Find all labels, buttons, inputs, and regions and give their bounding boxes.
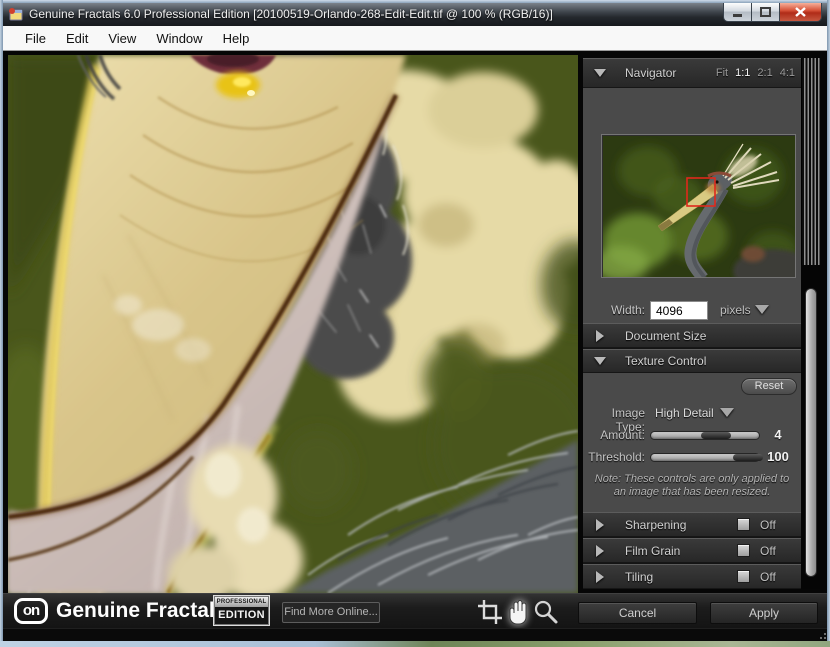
- zoom-100[interactable]: 1:1: [735, 67, 750, 79]
- expand-triangle-icon[interactable]: [596, 571, 604, 583]
- app-window: Genuine Fractals 6.0 Professional Editio…: [0, 0, 830, 647]
- film-grain-state: Off: [760, 544, 776, 558]
- film-grain-checkbox[interactable]: [737, 544, 750, 557]
- minimize-icon: [733, 8, 743, 17]
- app-icon: [8, 6, 24, 22]
- width-row: Width: pixels: [583, 301, 801, 321]
- width-input[interactable]: [650, 301, 708, 320]
- tiling-title: Tiling: [625, 570, 653, 584]
- hand-tool-icon[interactable]: [504, 599, 530, 625]
- window-border-top: [0, 0, 830, 3]
- threshold-slider-handle[interactable]: [733, 454, 763, 461]
- resize-grip[interactable]: [820, 637, 822, 639]
- texture-note-line1: Note: These controls are only applied to: [589, 473, 795, 486]
- control-panel: Navigator Fit 1:1 2:1 4:1: [583, 58, 801, 589]
- navigator-preview-bird: [603, 136, 796, 278]
- maximize-icon: [760, 7, 771, 17]
- image-canvas[interactable]: [8, 55, 578, 593]
- expand-triangle-icon[interactable]: [596, 330, 604, 342]
- collapse-triangle-icon[interactable]: [594, 69, 606, 77]
- sharpening-header[interactable]: Sharpening Off: [583, 512, 801, 537]
- window-title: Genuine Fractals 6.0 Professional Editio…: [29, 7, 553, 21]
- apply-button[interactable]: Apply: [710, 602, 818, 624]
- main-photo-bird-beak: [8, 55, 578, 593]
- amount-label: Amount:: [583, 428, 645, 442]
- document-size-title: Document Size: [625, 329, 706, 343]
- window-controls: [723, 3, 822, 22]
- menu-window[interactable]: Window: [146, 28, 212, 49]
- panel-scrollbar-thumb[interactable]: [805, 288, 817, 577]
- width-units: pixels: [720, 303, 751, 317]
- minimize-button[interactable]: [723, 3, 752, 22]
- tiling-checkbox[interactable]: [737, 570, 750, 583]
- collapse-triangle-icon[interactable]: [594, 357, 606, 365]
- title-bar[interactable]: Genuine Fractals 6.0 Professional Editio…: [3, 3, 827, 26]
- image-type-dropdown-icon[interactable]: [720, 408, 734, 417]
- tiling-header[interactable]: Tiling Off: [583, 564, 801, 589]
- film-grain-header[interactable]: Film Grain Off: [583, 538, 801, 563]
- texture-control-title: Texture Control: [625, 354, 706, 368]
- maximize-button[interactable]: [752, 3, 779, 22]
- width-units-dropdown-icon[interactable]: [755, 305, 769, 314]
- find-more-online-button[interactable]: Find More Online...: [282, 602, 380, 623]
- navigator-title: Navigator: [625, 66, 676, 80]
- panel-scroll-stripes: [801, 58, 820, 265]
- zoom-fit[interactable]: Fit: [716, 67, 728, 79]
- width-label: Width:: [583, 303, 645, 317]
- image-type-value[interactable]: High Detail: [655, 406, 714, 420]
- document-size-header[interactable]: Document Size: [583, 323, 801, 348]
- close-icon: [795, 7, 806, 17]
- expand-triangle-icon[interactable]: [596, 545, 604, 557]
- menu-bar: File Edit View Window Help: [3, 26, 827, 51]
- threshold-value: 100: [763, 449, 793, 464]
- zoom-400[interactable]: 4:1: [780, 67, 795, 79]
- menu-help[interactable]: Help: [213, 28, 260, 49]
- zoom-tool-icon[interactable]: [533, 599, 559, 625]
- amount-value: 4: [763, 427, 793, 442]
- close-button[interactable]: [779, 3, 822, 22]
- status-strip: [3, 628, 827, 641]
- threshold-slider[interactable]: [650, 453, 760, 462]
- window-border-bottom: [0, 641, 830, 647]
- footer-bar: on Genuine Fractals 6 PROFESSIONAL EDITI…: [3, 593, 827, 628]
- sharpening-title: Sharpening: [625, 518, 686, 532]
- cancel-button[interactable]: Cancel: [578, 602, 697, 624]
- threshold-label: Threshold:: [583, 450, 645, 464]
- texture-note-line2: an image that has been resized.: [589, 486, 795, 499]
- window-border-left: [0, 0, 3, 647]
- zoom-200[interactable]: 2:1: [757, 67, 772, 79]
- menu-file[interactable]: File: [15, 28, 56, 49]
- texture-control-body: Reset Image Type: High Detail Amount: 4 …: [583, 373, 801, 512]
- film-grain-title: Film Grain: [625, 544, 680, 558]
- brand-name: Genuine Fractals: [56, 594, 226, 628]
- tiling-state: Off: [760, 570, 776, 584]
- texture-control-header[interactable]: Texture Control: [583, 349, 801, 373]
- menu-view[interactable]: View: [98, 28, 146, 49]
- image-type-row: Image Type: High Detail: [583, 404, 801, 422]
- sharpening-state: Off: [760, 518, 776, 532]
- amount-slider-handle[interactable]: [701, 432, 731, 439]
- zoom-presets: Fit 1:1 2:1 4:1: [716, 67, 795, 79]
- navigator-body: Width: pixels Height: pixels: [583, 88, 801, 323]
- navigator-header[interactable]: Navigator Fit 1:1 2:1 4:1: [583, 58, 801, 88]
- crop-tool-icon[interactable]: [477, 599, 503, 625]
- professional-edition-badge: PROFESSIONAL EDITION: [215, 597, 268, 624]
- amount-row: Amount: 4: [583, 426, 801, 444]
- navigator-thumbnail[interactable]: [602, 135, 795, 277]
- amount-slider[interactable]: [650, 431, 760, 440]
- onone-logo: on: [14, 598, 48, 624]
- sharpening-checkbox[interactable]: [737, 518, 750, 531]
- threshold-row: Threshold: 100: [583, 448, 801, 466]
- badge-top-text: PROFESSIONAL: [215, 597, 268, 607]
- badge-bottom-text: EDITION: [218, 607, 265, 623]
- expand-triangle-icon[interactable]: [596, 519, 604, 531]
- menu-edit[interactable]: Edit: [56, 28, 98, 49]
- reset-button[interactable]: Reset: [741, 378, 797, 395]
